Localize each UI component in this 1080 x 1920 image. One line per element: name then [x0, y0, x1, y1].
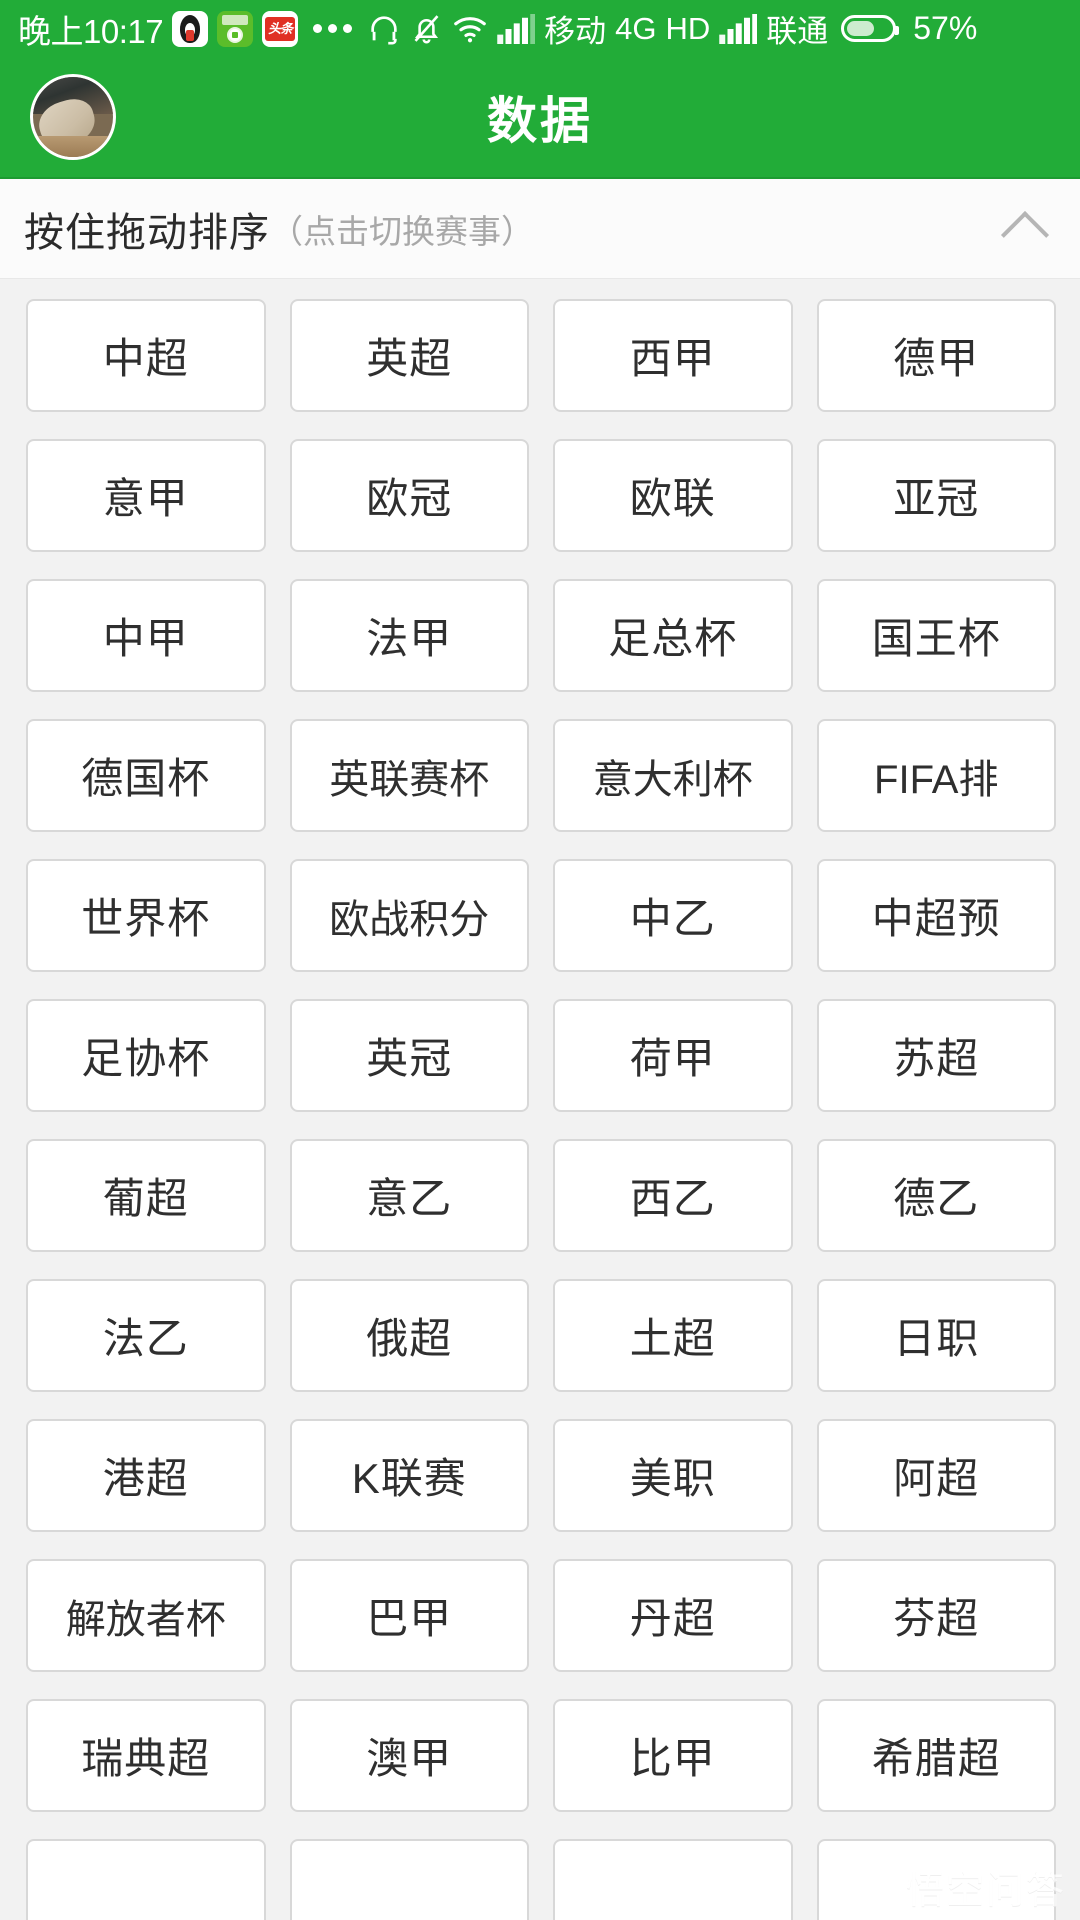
- league-cell[interactable]: 欧联: [553, 439, 793, 552]
- battery-icon: [841, 15, 900, 42]
- hd-label: HD: [665, 10, 711, 46]
- league-cell[interactable]: 英冠: [289, 999, 529, 1112]
- league-cell[interactable]: [26, 1839, 266, 1920]
- league-grid: 中超 英超 西甲 德甲意甲 欧冠 欧联 亚冠中甲 法甲 足总杯 国王杯德国杯 英联赛杯 意大利杯 FIF…: [26, 299, 1056, 1920]
- league-cell[interactable]: 中超: [26, 299, 266, 412]
- league-cell[interactable]: 意大利杯: [553, 719, 793, 832]
- league-cell[interactable]: 英超: [289, 299, 529, 412]
- league-cell[interactable]: 足总杯: [553, 579, 793, 692]
- league-cell[interactable]: 澳甲: [289, 1699, 529, 1812]
- collapse-toggle-button[interactable]: [970, 179, 1080, 278]
- carrier-primary-label: 移动: [544, 14, 607, 49]
- league-cell[interactable]: 巴甲: [289, 1559, 529, 1672]
- league-cell[interactable]: 俄超: [289, 1279, 529, 1392]
- league-cell[interactable]: 德甲: [816, 299, 1056, 412]
- status-time: 晚上10:17: [18, 12, 164, 50]
- league-cell[interactable]: 土超: [553, 1279, 793, 1392]
- league-cell[interactable]: 德国杯: [26, 719, 266, 832]
- league-cell[interactable]: 丹超: [553, 1559, 793, 1672]
- toutiao-icon: 头条: [262, 10, 299, 47]
- signal-bars-icon-secondary: [719, 13, 758, 44]
- league-cell[interactable]: [289, 1839, 529, 1920]
- wifi-icon: [454, 16, 486, 42]
- carrier-secondary-label: 联通: [766, 14, 829, 49]
- league-cell[interactable]: 解放者杯: [26, 1559, 266, 1672]
- qq-icon: [172, 10, 209, 47]
- league-cell[interactable]: 德乙: [816, 1139, 1056, 1252]
- league-cell[interactable]: 世界杯: [26, 859, 266, 972]
- league-cell[interactable]: 苏超: [816, 999, 1056, 1112]
- league-cell[interactable]: 法乙: [26, 1279, 266, 1392]
- league-cell[interactable]: [553, 1839, 793, 1920]
- league-cell[interactable]: K联赛: [289, 1419, 529, 1532]
- battery-percent-label: 57%: [913, 10, 978, 46]
- headset-icon: [371, 15, 397, 45]
- bell-muted-icon: [414, 15, 439, 44]
- sort-hint-header[interactable]: 按住拖动排序 （点击切换赛事）: [0, 179, 1080, 279]
- user-avatar[interactable]: [30, 74, 116, 160]
- league-cell[interactable]: 西乙: [553, 1139, 793, 1252]
- league-cell[interactable]: 荷甲: [553, 999, 793, 1112]
- league-cell[interactable]: 港超: [26, 1419, 266, 1532]
- league-cell[interactable]: 意甲: [26, 439, 266, 552]
- league-cell[interactable]: 欧战积分: [289, 859, 529, 972]
- network-type-label: 4G: [615, 10, 657, 46]
- league-cell[interactable]: 阿超: [816, 1419, 1056, 1532]
- signal-bars-icon: [497, 13, 536, 44]
- league-cell[interactable]: 中甲: [26, 579, 266, 692]
- status-bar: 晚上10:17 头条 移动 4G HD 联通 57%: [0, 0, 1080, 57]
- league-cell[interactable]: 希腊超: [816, 1699, 1056, 1812]
- league-cell[interactable]: 中超预: [816, 859, 1056, 972]
- league-cell[interactable]: 足协杯: [26, 999, 266, 1112]
- league-cell[interactable]: 比甲: [553, 1699, 793, 1812]
- league-cell[interactable]: FIFA排: [816, 719, 1056, 832]
- league-cell[interactable]: 西甲: [553, 299, 793, 412]
- league-cell[interactable]: 日职: [816, 1279, 1056, 1392]
- title-bar: 数据: [0, 57, 1080, 179]
- league-cell[interactable]: 美职: [553, 1419, 793, 1532]
- sort-hint-main-label: 按住拖动排序: [24, 210, 270, 255]
- league-cell[interactable]: 瑞典超: [26, 1699, 266, 1812]
- league-cell[interactable]: 国王杯: [816, 579, 1056, 692]
- more-dots-icon: [313, 24, 353, 33]
- league-cell[interactable]: 意乙: [289, 1139, 529, 1252]
- league-cell[interactable]: 法甲: [289, 579, 529, 692]
- league-cell[interactable]: 亚冠: [816, 439, 1056, 552]
- league-cell[interactable]: 中乙: [553, 859, 793, 972]
- sort-hint-sub-label: （点击切换赛事）: [270, 212, 534, 250]
- league-cell[interactable]: 欧冠: [289, 439, 529, 552]
- football-app-icon: [217, 10, 254, 47]
- league-grid-area: 中超 英超 西甲 德甲意甲 欧冠 欧联 亚冠中甲 法甲 足总杯 国王杯德国杯 英联赛杯 意大利杯 FIF…: [0, 279, 1080, 1920]
- league-cell[interactable]: [816, 1839, 1056, 1920]
- chevron-up-icon: [1000, 210, 1050, 259]
- league-cell[interactable]: 芬超: [816, 1559, 1056, 1672]
- league-cell[interactable]: 英联赛杯: [289, 719, 529, 832]
- page-title: 数据: [487, 93, 593, 149]
- league-cell[interactable]: 葡超: [26, 1139, 266, 1252]
